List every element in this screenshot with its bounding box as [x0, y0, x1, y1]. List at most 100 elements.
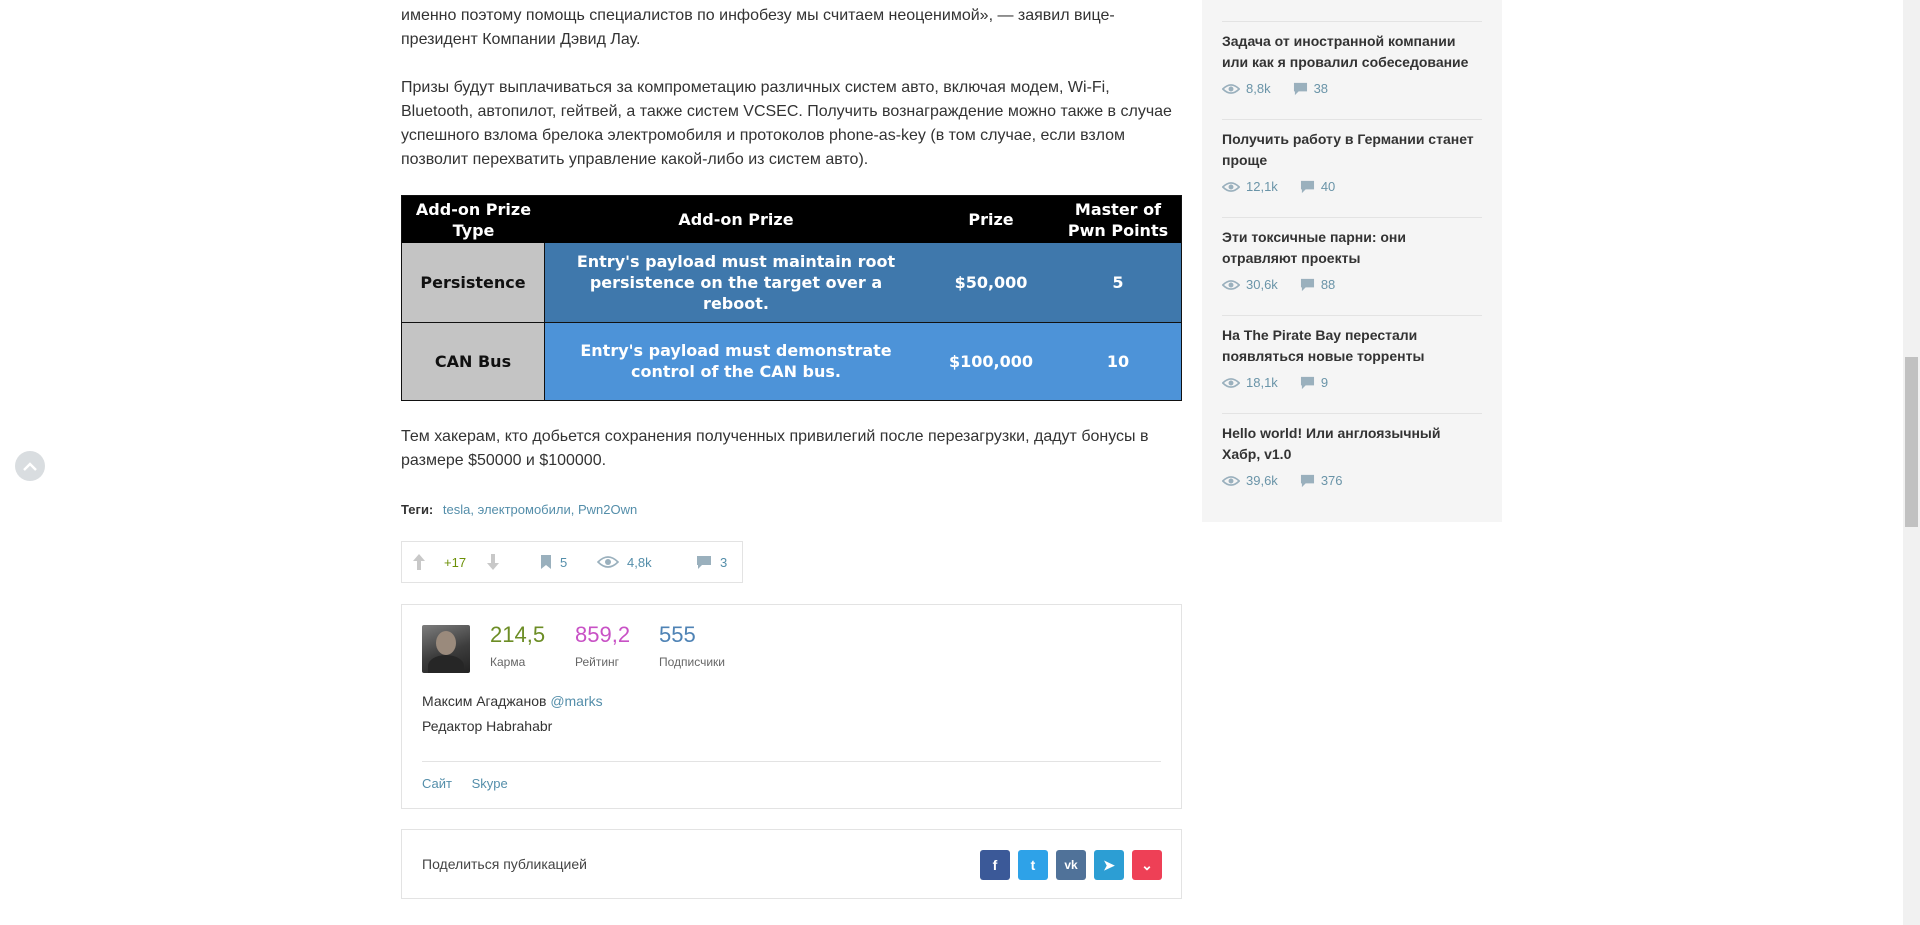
vk-icon: vk: [1064, 858, 1078, 872]
followers-label: Подписчики: [659, 655, 726, 669]
sidebar-post[interactable]: Эти токсичные парни: они отравляют проек…: [1222, 217, 1482, 292]
tags-list: Теги: tesla, электромобили, Pwn2Own: [401, 502, 637, 517]
eye-icon: [1222, 181, 1240, 192]
sidebar-comments: 40: [1320, 179, 1336, 194]
arrow-up-icon: [413, 554, 425, 570]
eye-icon: [1222, 475, 1240, 486]
share-vk-button[interactable]: vk: [1056, 850, 1086, 880]
share-panel: Поделиться публикацией f t vk ➤ ⌄: [401, 829, 1182, 899]
sidebar-comments: 88: [1320, 277, 1336, 292]
arrow-down-icon: [487, 554, 499, 570]
prize-table: Add-on Prize Type Add-on Prize Prize Mas…: [401, 195, 1182, 401]
facebook-icon: f: [992, 857, 998, 873]
sidebar-views: 8,8k: [1246, 81, 1271, 96]
share-twitter-button[interactable]: t: [1018, 850, 1048, 880]
share-label: Поделиться публикацией: [422, 856, 587, 872]
author-card: 214,5 Карма 859,2 Рейтинг 555 Подписчики…: [401, 604, 1182, 809]
table-cell: CAN Bus: [402, 321, 545, 400]
author-links: Сайт Skype: [422, 776, 524, 791]
share-telegram-button[interactable]: ➤: [1094, 850, 1124, 880]
bookmark-icon: [541, 555, 551, 569]
author-name-line: Максим Агаджанов @marks: [422, 693, 603, 709]
tag-link[interactable]: электромобили,: [478, 502, 575, 517]
pocket-icon: ⌄: [1141, 856, 1153, 873]
table-cell: $100,000: [927, 321, 1055, 400]
comment-icon: [697, 555, 711, 569]
comment-icon: [1293, 82, 1307, 95]
author-handle-link[interactable]: @marks: [550, 693, 602, 709]
eye-icon: [1222, 377, 1240, 388]
karma-value: 214,5: [490, 622, 546, 647]
eye-icon: [1222, 279, 1240, 290]
sidebar-post[interactable]: На The Pirate Bay перестали появляться н…: [1222, 315, 1482, 390]
table-header-cell: Master of Pwn Points: [1055, 196, 1181, 243]
followers-value: 555: [659, 622, 696, 647]
scroll-to-top-button[interactable]: [15, 451, 45, 481]
post-stats-bar: +17 5 4,8k 3: [401, 541, 743, 583]
comment-icon: [1300, 474, 1314, 487]
table-cell: 10: [1055, 321, 1181, 400]
table-header-cell: Prize: [927, 196, 1055, 243]
avatar[interactable]: [422, 625, 470, 673]
article-paragraph: Призы будут выплачиваться за компрометац…: [401, 79, 1172, 168]
sidebar-comments: 38: [1313, 81, 1329, 96]
comments-count: 3: [720, 554, 728, 570]
sidebar-post-title[interactable]: На The Pirate Bay перестали появляться н…: [1222, 325, 1482, 367]
sidebar-post[interactable]: Hello world! Или англоязычный Хабр, v1.0…: [1222, 413, 1482, 488]
views-count: 4,8k: [627, 554, 652, 570]
author-site-link[interactable]: Сайт: [422, 776, 452, 791]
table-cell: Persistence: [402, 243, 545, 322]
eye-icon: [597, 556, 619, 568]
vote-score: +17: [444, 554, 467, 570]
table-cell: Entry's payload must maintain root persi…: [545, 243, 927, 322]
rating-value: 859,2: [575, 622, 631, 647]
comment-icon: [1300, 180, 1314, 193]
karma-metric: 214,5 Карма: [490, 621, 545, 669]
table-cell: 5: [1055, 243, 1181, 322]
comment-icon: [1300, 376, 1314, 389]
karma-label: Карма: [490, 655, 526, 669]
article-paragraph: именно поэтому помощь специалистов по ин…: [401, 7, 1115, 48]
rating-label: Рейтинг: [575, 655, 620, 669]
bookmark-button[interactable]: 5: [540, 542, 567, 582]
comments-link[interactable]: 3: [696, 542, 727, 582]
tags-label: Теги:: [401, 502, 434, 517]
sidebar-views: 30,6k: [1246, 277, 1278, 292]
article-paragraph: Тем хакерам, кто добьется сохранения пол…: [401, 428, 1149, 469]
sidebar-comments: 9: [1320, 375, 1329, 390]
sidebar-top-posts: Задача от иностранной компании или как я…: [1202, 0, 1502, 522]
tag-link[interactable]: Pwn2Own: [578, 502, 637, 517]
twitter-icon: t: [1030, 857, 1036, 873]
comment-icon: [1300, 278, 1314, 291]
sidebar-post-title[interactable]: Эти токсичные парни: они отравляют проек…: [1222, 227, 1482, 269]
tag-link[interactable]: tesla,: [443, 502, 474, 517]
sidebar-post[interactable]: Получить работу в Германии станет проще …: [1222, 119, 1482, 194]
sidebar-views: 18,1k: [1246, 375, 1278, 390]
table-cell: Entry's payload must demonstrate control…: [545, 321, 927, 400]
author-skype-link[interactable]: Skype: [472, 776, 508, 791]
bookmark-count: 5: [560, 554, 568, 570]
views-counter: 4,8k: [597, 542, 652, 582]
table-header-cell: Add-on Prize Type: [402, 196, 545, 243]
telegram-icon: ➤: [1103, 856, 1115, 873]
share-facebook-button[interactable]: f: [980, 850, 1010, 880]
author-name: Максим Агаджанов: [422, 693, 547, 709]
table-header-cell: Add-on Prize: [545, 196, 927, 243]
sidebar-post-title[interactable]: Hello world! Или англоязычный Хабр, v1.0: [1222, 423, 1482, 465]
eye-icon: [1222, 83, 1240, 94]
vote-up-button[interactable]: [412, 542, 426, 582]
sidebar-views: 12,1k: [1246, 179, 1278, 194]
share-pocket-button[interactable]: ⌄: [1132, 850, 1162, 880]
vote-down-button[interactable]: [486, 542, 500, 582]
sidebar-post-title[interactable]: Получить работу в Германии станет проще: [1222, 129, 1482, 171]
sidebar-views: 39,6k: [1246, 473, 1278, 488]
chevron-up-icon: [23, 461, 37, 471]
author-role: Редактор Habrahabr: [422, 718, 553, 734]
sidebar-comments: 376: [1320, 473, 1343, 488]
followers-metric: 555 Подписчики: [659, 621, 725, 669]
scrollbar-thumb[interactable]: [1905, 357, 1918, 527]
divider: [422, 761, 1161, 762]
table-cell: $50,000: [927, 243, 1055, 322]
sidebar-post-title[interactable]: Задача от иностранной компании или как я…: [1222, 31, 1482, 73]
sidebar-post[interactable]: Задача от иностранной компании или как я…: [1222, 21, 1482, 96]
